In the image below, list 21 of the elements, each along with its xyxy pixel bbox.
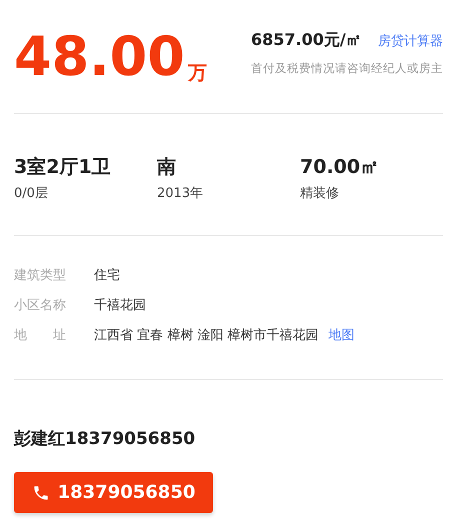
attribute-value: 千禧花园: [94, 297, 146, 314]
stat-label: 0/0层: [14, 185, 49, 202]
price-unit: 万: [188, 61, 207, 86]
calculator-link[interactable]: 房贷计算器: [378, 32, 443, 50]
map-link[interactable]: 地图: [328, 326, 355, 344]
stat-label: 2013年: [157, 185, 204, 202]
agent-name: 彭建红18379056850: [14, 428, 196, 450]
attribute-value: 住宅: [94, 267, 120, 284]
total-price: 48.00: [14, 28, 185, 86]
stat-value: 南: [157, 155, 177, 180]
phone-icon: [32, 484, 50, 502]
attribute-label: 建筑类型: [14, 267, 67, 284]
attribute-label: 小区名称: [14, 297, 67, 314]
stat-value: 70.00㎡: [300, 155, 380, 180]
attribute-label: 地 址: [14, 327, 67, 344]
call-button[interactable]: 18379056850: [14, 472, 213, 513]
unit-price: 6857.00元/㎡: [251, 30, 362, 51]
stat-value: 3室2厅1卫: [14, 155, 112, 180]
stat-label: 精装修: [300, 185, 340, 202]
attribute-value: 江西省 宜春 樟树 淦阳 樟树市千禧花园: [94, 327, 319, 344]
price-note: 首付及税费情况请咨询经纪人或房主: [251, 61, 443, 76]
